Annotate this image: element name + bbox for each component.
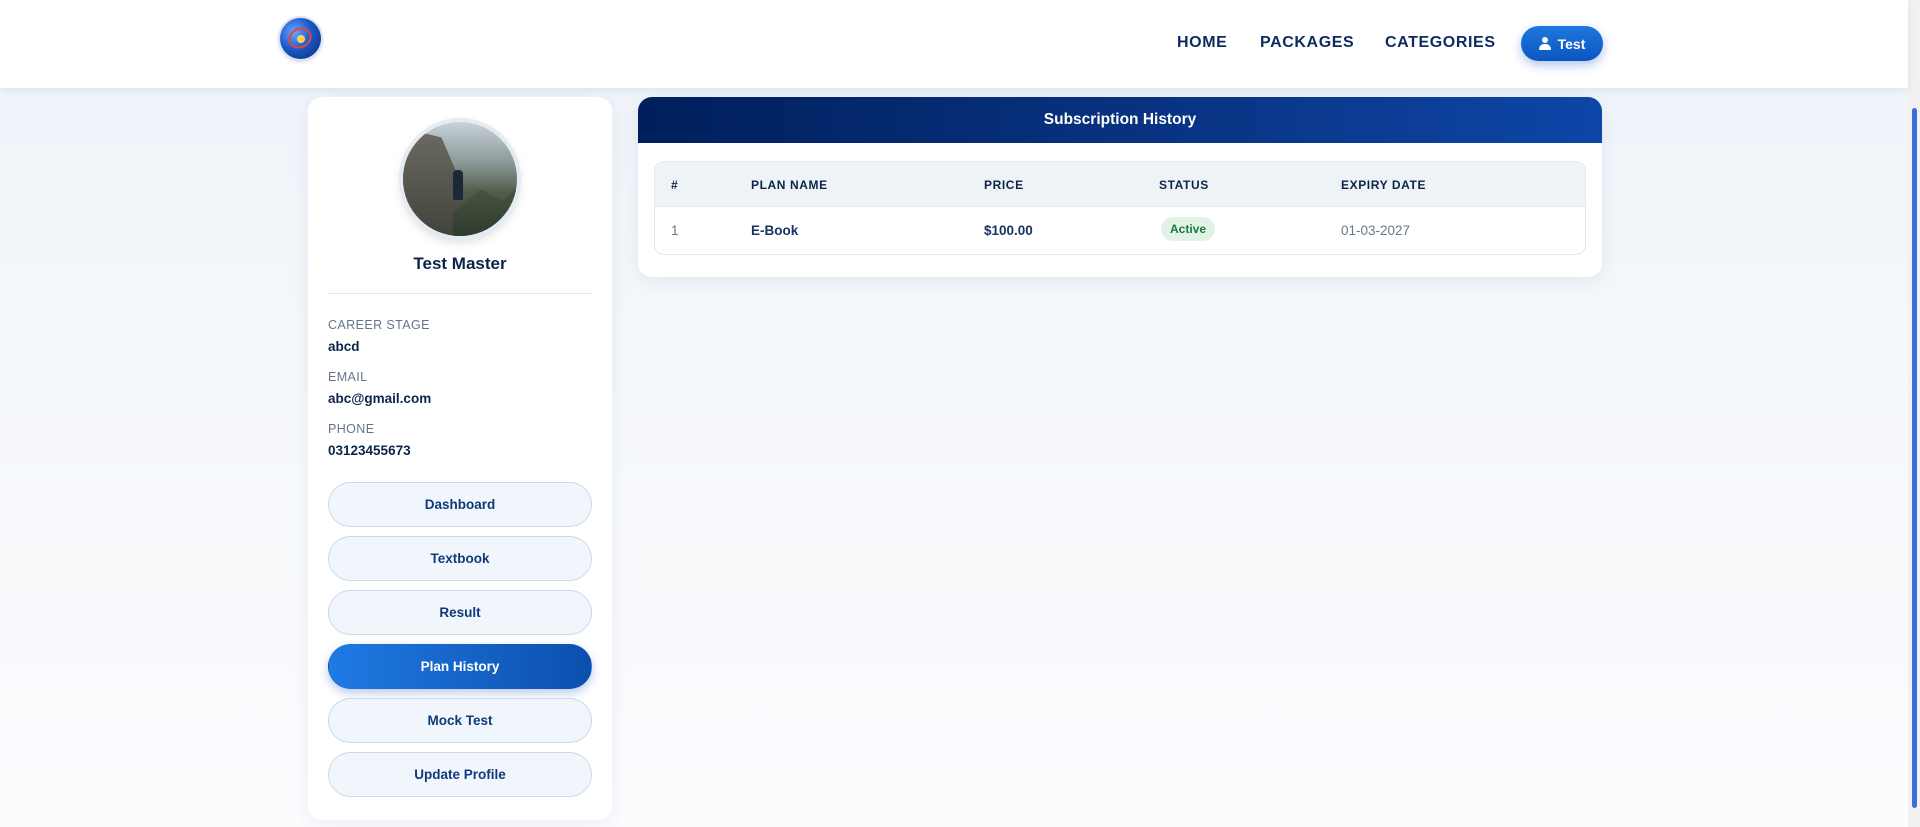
email-value: abc@gmail.com [328, 391, 432, 406]
subscription-history-card: Subscription History # PLAN NAME PRICE S… [638, 97, 1602, 277]
user-button-label: Test [1557, 35, 1586, 52]
nav-categories[interactable]: CATEGORIES [1385, 34, 1496, 52]
menu-mock-test-button[interactable]: Mock Test [328, 698, 592, 743]
phone-value: 03123455673 [328, 443, 411, 458]
career-stage-value: abcd [328, 339, 360, 354]
email-label: EMAIL [328, 370, 368, 384]
profile-card: Test Master CAREER STAGE abcd EMAIL abc@… [308, 97, 612, 820]
user-menu-button[interactable]: Test [1521, 26, 1603, 61]
nav-packages[interactable]: PACKAGES [1260, 34, 1354, 52]
table-header-row: # PLAN NAME PRICE STATUS EXPIRY DATE [655, 162, 1585, 207]
top-navbar: HOME PACKAGES CATEGORIES Test [0, 0, 1908, 88]
menu-result-button[interactable]: Result [328, 590, 592, 635]
menu-textbook-button[interactable]: Textbook [328, 536, 592, 581]
avatar [403, 122, 517, 236]
subscription-history-title: Subscription History [638, 97, 1602, 143]
profile-name: Test Master [413, 254, 507, 273]
nav-home[interactable]: HOME [1177, 34, 1227, 52]
row-price: $100.00 [984, 223, 1033, 238]
user-icon [1538, 37, 1551, 50]
divider [328, 293, 592, 294]
col-price: PRICE [984, 178, 1024, 192]
menu-plan-history-button[interactable]: Plan History [328, 644, 592, 689]
row-index: 1 [671, 223, 679, 238]
history-table: # PLAN NAME PRICE STATUS EXPIRY DATE 1 E… [654, 161, 1586, 255]
col-index: # [671, 178, 679, 192]
status-badge: Active [1161, 217, 1216, 241]
menu-update-profile-button[interactable]: Update Profile [328, 752, 592, 797]
row-expiry-date: 01-03-2027 [1341, 223, 1411, 238]
scrollbar-thumb[interactable] [1912, 108, 1917, 808]
col-expiry-date: EXPIRY DATE [1341, 178, 1427, 192]
career-stage-label: CAREER STAGE [328, 318, 430, 332]
col-plan-name: PLAN NAME [751, 178, 828, 192]
row-plan-name: E-Book [751, 223, 799, 238]
menu-dashboard-button[interactable]: Dashboard [328, 482, 592, 527]
site-logo[interactable] [280, 18, 321, 59]
phone-label: PHONE [328, 422, 375, 436]
col-status: STATUS [1159, 178, 1209, 192]
